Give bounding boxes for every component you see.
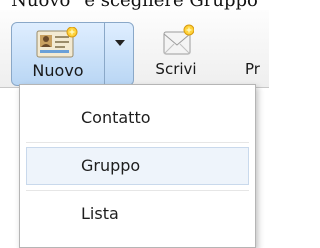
nuovo-dropdown-arrow[interactable] bbox=[105, 23, 133, 85]
toolbar-button-partial[interactable]: Pr bbox=[245, 22, 269, 86]
toolbar-button-partial-label: Pr bbox=[245, 60, 260, 78]
nuovo-split-button[interactable]: Nuovo bbox=[11, 22, 134, 86]
envelope-icon bbox=[162, 24, 195, 62]
contact-card-icon bbox=[34, 26, 78, 63]
scrivi-button[interactable]: Scrivi bbox=[146, 22, 206, 86]
toolbar: Nuovo Scrivi Pr bbox=[0, 10, 269, 88]
menu-item-contatto[interactable]: Contatto bbox=[26, 99, 249, 137]
menu-item-gruppo[interactable]: Gruppo bbox=[26, 147, 249, 185]
menu-divider bbox=[26, 190, 249, 191]
menu-divider bbox=[26, 142, 249, 143]
nuovo-button[interactable]: Nuovo bbox=[12, 23, 104, 85]
chevron-down-icon bbox=[115, 40, 125, 46]
nuovo-label: Nuovo bbox=[32, 61, 84, 80]
screenshot-stage: Nuovo" e scegliere Gruppo Nuovo Scrivi P… bbox=[0, 0, 269, 248]
menu-item-lista[interactable]: Lista bbox=[26, 195, 249, 233]
scrivi-label: Scrivi bbox=[155, 60, 197, 78]
nuovo-dropdown-menu: Contatto Gruppo Lista bbox=[19, 84, 256, 248]
